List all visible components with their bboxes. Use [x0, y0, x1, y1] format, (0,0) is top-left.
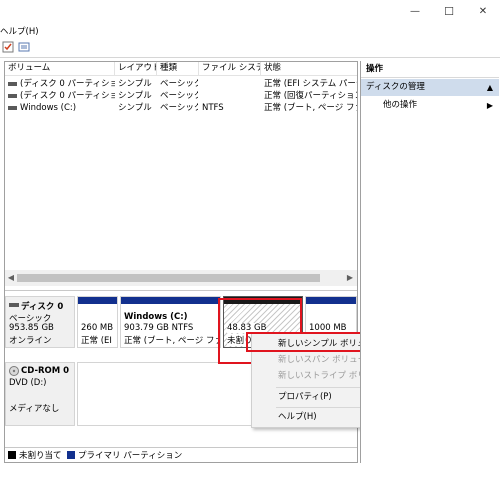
column-header-filesystem[interactable]: ファイル システム: [199, 62, 261, 76]
cdrom0-label[interactable]: CD-ROM 0 DVD (D:) メディアなし: [5, 362, 75, 426]
actions-section-disk-management[interactable]: ディスクの管理 ▲: [361, 79, 499, 96]
legend-unallocated: 未割り当て: [19, 451, 62, 461]
volume-icon: [8, 106, 17, 110]
collapse-up-icon[interactable]: ▲: [487, 79, 493, 96]
volume-layout: シンプル: [118, 103, 152, 113]
actions-other[interactable]: 他の操作 ▶: [361, 98, 499, 113]
cdrom0-name: CD-ROM 0: [21, 366, 70, 376]
disk-icon: [9, 303, 19, 307]
disk0-label[interactable]: ディスク 0 ベーシック 953.85 GB オンライン: [5, 296, 75, 348]
volume-type: ベーシック: [160, 91, 198, 101]
partition-name: Windows (C:): [124, 312, 188, 322]
column-header-volume[interactable]: ボリューム: [5, 62, 115, 76]
volume-layout: シンプル: [118, 91, 152, 101]
disk0-status: オンライン: [9, 336, 52, 346]
partition-bar: [306, 297, 356, 304]
scrollbar-thumb[interactable]: [17, 274, 320, 282]
legend-primary: プライマリ パーティション: [78, 451, 183, 461]
partition-windows-c[interactable]: Windows (C:) 903.79 GB NTFS 正常 (ブート, ページ…: [120, 296, 221, 348]
volume-fs: [202, 90, 260, 102]
checklist-icon: [2, 41, 14, 53]
volume-status: 正常 (EFI システム パーティ: [264, 79, 357, 89]
scroll-right-icon[interactable]: ▶: [345, 272, 355, 284]
legend: 未割り当て プライマリ パーティション: [5, 447, 357, 461]
partition-status: 未割り: [227, 334, 253, 346]
disk0-size: 953.85 GB: [9, 323, 54, 333]
menu-help[interactable]: ヘルプ(H): [0, 25, 39, 37]
table-row[interactable]: (ディスク 0 パーティション 4) シンプル ベーシック 正常 (回復パーティ…: [5, 90, 357, 102]
cdrom-icon: [9, 366, 19, 376]
view-icon: [18, 42, 30, 52]
horizontal-scrollbar[interactable]: ◀ ▶: [5, 270, 357, 286]
cdrom0-type: DVD (D:): [9, 378, 47, 388]
volume-type: ベーシック: [160, 79, 198, 89]
volume-list: ボリューム レイアウト 種類 ファイル システム 状態 (ディスク 0 パーティ…: [5, 62, 357, 288]
partition-size: 1000 MB: [309, 323, 347, 333]
maximize-icon: ☐: [444, 4, 454, 18]
volume-icon: [8, 82, 17, 86]
close-button[interactable]: ✕: [466, 0, 500, 22]
partition-size: 260 MB: [81, 323, 114, 333]
checklist-button[interactable]: [2, 41, 16, 55]
partition-status: 正常 (EI: [81, 336, 112, 346]
title-bar: — ☐ ✕: [0, 0, 500, 22]
partition-bar: [78, 297, 117, 304]
table-row[interactable]: Windows (C:) シンプル ベーシック NTFS 正常 (ブート, ペー…: [5, 102, 357, 114]
column-header-status[interactable]: 状態: [261, 62, 357, 76]
volume-layout: シンプル: [118, 79, 152, 89]
volume-type: ベーシック: [160, 103, 198, 113]
close-icon: ✕: [478, 5, 488, 17]
table-row[interactable]: (ディスク 0 パーティション 1) シンプル ベーシック 正常 (EFI シス…: [5, 78, 357, 90]
minimize-icon: —: [410, 5, 420, 17]
minimize-button[interactable]: —: [398, 0, 432, 22]
unallocated-bar: [224, 297, 302, 304]
submenu-arrow-icon: ▶: [486, 101, 493, 110]
unallocated-swatch: [8, 451, 16, 459]
partition-status: 正常 (ブート, ページ ファイル: [124, 336, 220, 346]
primary-swatch: [67, 451, 75, 459]
volume-name: Windows (C:): [20, 103, 77, 113]
partition-efi[interactable]: 260 MB 正常 (EI: [77, 296, 118, 348]
partition-size: 48.83 GB: [227, 323, 267, 333]
maximize-button[interactable]: ☐: [432, 0, 466, 22]
volume-status: 正常 (回復パーティション): [264, 91, 357, 101]
partition-size: 903.79 GB NTFS: [124, 323, 194, 333]
partition-bar: [121, 297, 220, 304]
actions-pane: 操作 ディスクの管理 ▲ 他の操作 ▶: [360, 61, 499, 463]
volume-fs: [202, 78, 260, 90]
disk0-name: ディスク 0: [21, 302, 64, 312]
actions-section-label: ディスクの管理: [366, 82, 425, 92]
column-header-type[interactable]: 種類: [157, 62, 199, 76]
scroll-left-icon[interactable]: ◀: [6, 272, 16, 284]
view-button[interactable]: [18, 41, 32, 55]
volume-name: (ディスク 0 パーティション 4): [20, 91, 115, 101]
actions-other-label: 他の操作: [383, 100, 418, 110]
cdrom0-media: メディアなし: [9, 404, 60, 414]
volume-status: 正常 (ブート, ページ ファイル: [264, 103, 357, 113]
actions-header: 操作: [361, 61, 499, 78]
toolbar: [0, 38, 500, 58]
column-header-layout[interactable]: レイアウト: [115, 62, 157, 76]
menu-bar: ヘルプ(H): [0, 22, 500, 38]
volume-fs: NTFS: [202, 103, 224, 113]
volume-name: (ディスク 0 パーティション 1): [20, 79, 115, 89]
volume-icon: [8, 94, 17, 98]
